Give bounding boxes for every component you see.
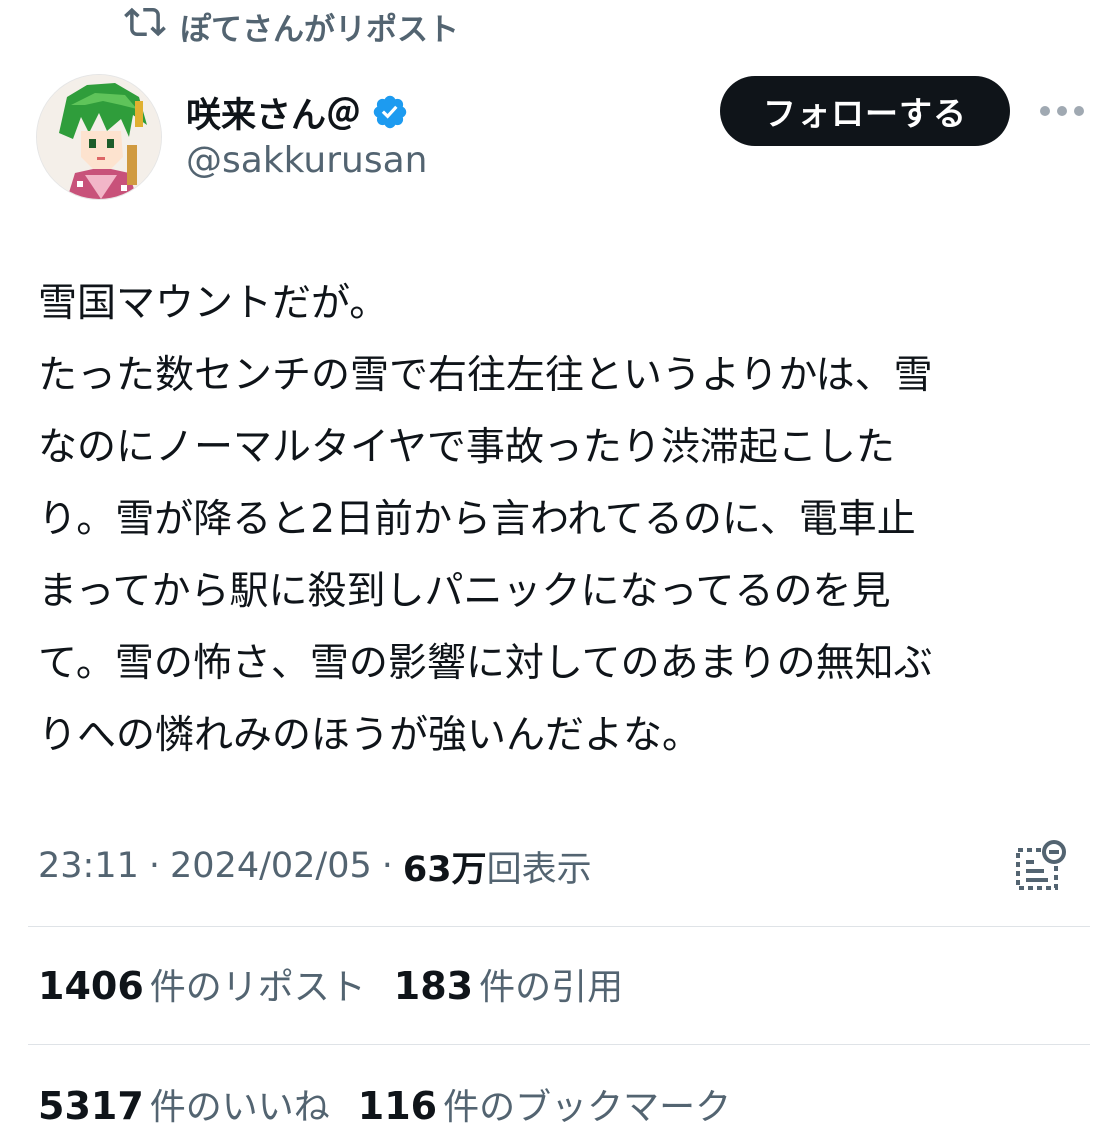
verified-badge-icon[interactable] [371, 93, 409, 131]
quotes-stat[interactable]: 183 件の引用 [394, 958, 623, 1010]
divider [28, 1044, 1090, 1045]
tweet-text-line: り。雪が降ると2日前から言われてるのに、電車止 [38, 497, 916, 542]
tweet-date[interactable]: 2024/02/05 [170, 846, 372, 886]
more-options-icon[interactable] [1040, 98, 1084, 124]
tweet-text-line: て。雪の怖さ、雪の影響に対してのあまりの無知ぶ [38, 641, 933, 686]
views-count: 63万 [402, 849, 487, 890]
repost-text: ぽてさんがリポスト [180, 11, 459, 48]
views-label: 回表示 [486, 849, 592, 890]
tweet-text: 雪国マウントだが。 たった数センチの雪で右往左往というよりかは、雪 なのにノーマ… [38, 268, 1078, 772]
meta-separator: · [148, 846, 161, 886]
bookmarks-stat[interactable]: 116 件のブックマーク [358, 1078, 731, 1130]
repost-icon [124, 1, 166, 51]
author-name-row[interactable]: 咲来さん＠ [186, 86, 409, 138]
divider [28, 926, 1090, 927]
reposts-count: 1406 [38, 964, 144, 1008]
quotes-count: 183 [393, 964, 474, 1008]
stats-row: 1406 件のリポスト 183 件の引用 [38, 958, 651, 1010]
follow-button[interactable]: フォローする [720, 76, 1010, 146]
tweet-text-line: りへの憐れみのほうが強いんだよな。 [38, 713, 702, 758]
tweet-meta: 23:11 · 2024/02/05 · 63万 回表示 [38, 840, 592, 892]
likes-count: 5317 [38, 1084, 144, 1128]
author-name[interactable]: 咲来さん＠ [186, 87, 361, 138]
quotes-label: 件の引用 [479, 967, 624, 1008]
author-handle[interactable]: @sakkurusan [186, 140, 427, 181]
tweet-text-line: 雪国マウントだが。 [38, 281, 389, 326]
tweet-time[interactable]: 23:11 [38, 846, 139, 886]
tweet-text-line: なのにノーマルタイヤで事故ったり渋滞起こした [38, 425, 895, 470]
likes-label: 件のいいね [149, 1087, 330, 1128]
analytics-icon[interactable] [1012, 838, 1068, 894]
bookmarks-label: 件のブックマーク [443, 1087, 732, 1128]
meta-separator: · [381, 846, 393, 886]
tweet-text-line: まってから駅に殺到しパニックになってるのを見 [38, 569, 891, 614]
reposts-label: 件のリポスト [149, 967, 366, 1008]
avatar[interactable] [36, 74, 162, 200]
reposts-stat[interactable]: 1406 件のリポスト [38, 958, 366, 1010]
tweet-text-line: たった数センチの雪で右往左往というよりかは、雪 [38, 353, 933, 398]
repost-context[interactable]: ぽてさんがリポスト [124, 6, 459, 48]
bookmarks-count: 116 [357, 1084, 438, 1128]
likes-stat[interactable]: 5317 件のいいね [38, 1078, 330, 1130]
stats-row: 5317 件のいいね 116 件のブックマーク [38, 1078, 759, 1130]
